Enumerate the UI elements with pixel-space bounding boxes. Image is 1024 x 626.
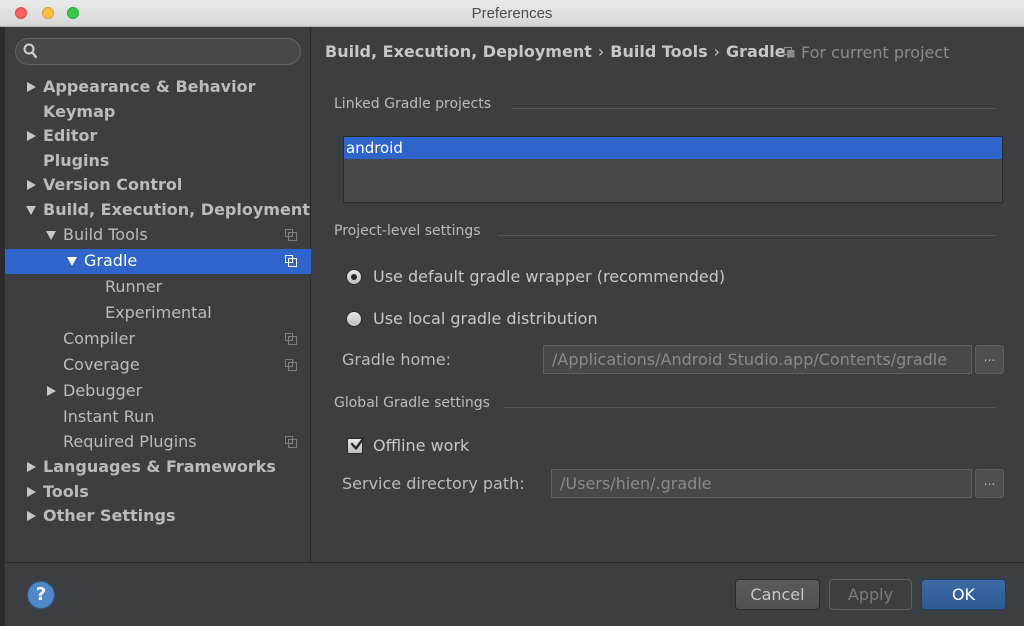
group-divider (512, 108, 996, 109)
default-wrapper-radio[interactable] (346, 269, 362, 285)
sidebar-item-coverage[interactable]: Coverage (5, 353, 311, 378)
dialog-footer: ? Cancel Apply OK (5, 562, 1024, 626)
local-distribution-label[interactable]: Use local gradle distribution (373, 309, 598, 328)
breadcrumb-separator: › (713, 42, 721, 61)
offline-work-label[interactable]: Offline work (373, 436, 469, 455)
breadcrumb-part: Gradle (726, 42, 786, 61)
service-directory-browse-button[interactable]: ... (975, 469, 1004, 498)
sidebar-item-label: Gradle (84, 251, 138, 270)
scope-indicator: For current project (784, 43, 949, 62)
project-settings-title: Project-level settings (334, 223, 481, 239)
collapse-right-arrow-icon[interactable] (25, 461, 37, 473)
project-scope-icon (285, 359, 297, 371)
sidebar-item-appearance-behavior[interactable]: Appearance & Behavior (5, 75, 311, 100)
expand-down-arrow-icon[interactable] (45, 229, 57, 241)
title-bar: Preferences (0, 0, 1024, 27)
breadcrumb-part: Build, Execution, Deployment (325, 42, 592, 61)
sidebar-item-label: Plugins (43, 151, 110, 170)
sidebar-item-label: Keymap (43, 102, 116, 121)
cancel-button[interactable]: Cancel (735, 579, 820, 610)
sidebar-item-editor[interactable]: Editor (5, 124, 311, 149)
collapse-right-arrow-icon[interactable] (25, 179, 37, 191)
sidebar-item-label: Compiler (63, 329, 136, 348)
sidebar-item-label: Version Control (43, 175, 183, 194)
collapse-right-arrow-icon[interactable] (25, 81, 37, 93)
project-scope-icon (285, 333, 297, 345)
sidebar-item-label: Debugger (63, 381, 143, 400)
offline-work-checkbox[interactable] (347, 436, 365, 454)
sidebar-item-label: Languages & Frameworks (43, 457, 276, 476)
sidebar-item-label: Editor (43, 126, 98, 145)
sidebar-item-tools[interactable]: Tools (5, 480, 311, 505)
expand-down-arrow-icon[interactable] (25, 204, 37, 216)
sidebar-item-label: Appearance & Behavior (43, 77, 256, 96)
sidebar-item-label: Tools (43, 482, 89, 501)
sidebar-item-keymap[interactable]: Keymap (5, 100, 311, 125)
collapse-right-arrow-icon[interactable] (25, 130, 37, 142)
sidebar-item-experimental[interactable]: Experimental (5, 301, 311, 326)
breadcrumb-separator: › (597, 42, 605, 61)
settings-search-input[interactable] (15, 38, 301, 65)
breadcrumb-part: Build Tools (610, 42, 708, 61)
search-icon (23, 43, 37, 59)
service-directory-field[interactable]: /Users/hien/.gradle (551, 469, 972, 498)
service-directory-label: Service directory path: (342, 474, 525, 493)
project-scope-icon (285, 229, 297, 241)
linked-projects-list[interactable]: android (343, 136, 1003, 203)
gradle-home-browse-button[interactable]: ... (975, 345, 1004, 374)
sidebar-item-build-tools[interactable]: Build Tools (5, 223, 311, 248)
collapse-right-arrow-icon[interactable] (25, 510, 37, 522)
project-scope-icon (285, 436, 297, 448)
preferences-window: Preferences Appearance & Behavior Keymap E… (0, 0, 1024, 626)
linked-projects-title: Linked Gradle projects (334, 96, 492, 112)
sidebar-item-label: Required Plugins (63, 432, 197, 451)
sidebar-item-gradle[interactable]: Gradle (5, 249, 311, 274)
sidebar-item-label: Coverage (63, 355, 140, 374)
sidebar-item-debugger[interactable]: Debugger (5, 379, 311, 404)
gradle-home-label: Gradle home: (342, 350, 452, 369)
gradle-settings-panel: Build, Execution, Deployment › Build Tools… (312, 27, 1024, 562)
sidebar-item-build-execution-deployment[interactable]: Build, Execution, Deployment (5, 198, 311, 223)
breadcrumb: Build, Execution, Deployment › Build Tools… (325, 42, 786, 61)
scope-label: For current project (801, 43, 950, 62)
group-divider (504, 407, 996, 408)
collapse-right-arrow-icon[interactable] (25, 486, 37, 498)
sidebar-item-label: Other Settings (43, 506, 176, 525)
help-button[interactable]: ? (27, 581, 55, 609)
sidebar-item-languages-frameworks[interactable]: Languages & Frameworks (5, 455, 311, 480)
settings-sidebar: Appearance & Behavior Keymap Editor Plugins… (5, 27, 311, 562)
global-settings-title: Global Gradle settings (334, 395, 490, 411)
group-divider (498, 235, 996, 236)
ok-button[interactable]: OK (921, 579, 1006, 610)
sidebar-item-compiler[interactable]: Compiler (5, 327, 311, 352)
checkmark-icon (350, 436, 365, 450)
sidebar-item-label: Instant Run (63, 407, 155, 426)
sidebar-item-plugins[interactable]: Plugins (5, 149, 311, 174)
sidebar-item-runner[interactable]: Runner (5, 275, 311, 300)
gradle-home-field[interactable]: /Applications/Android Studio.app/Content… (543, 345, 972, 374)
expand-down-arrow-icon[interactable] (66, 255, 78, 267)
sidebar-item-label: Build, Execution, Deployment (43, 200, 310, 219)
project-scope-icon (784, 47, 795, 58)
window-title: Preferences (471, 5, 553, 22)
local-distribution-radio[interactable] (346, 311, 362, 327)
default-wrapper-label[interactable]: Use default gradle wrapper (recommended) (373, 267, 725, 286)
linked-project-item[interactable]: android (344, 137, 1002, 159)
sidebar-item-label: Build Tools (63, 225, 148, 244)
sidebar-item-required-plugins[interactable]: Required Plugins (5, 430, 311, 455)
apply-button[interactable]: Apply (829, 579, 912, 610)
project-scope-icon (285, 255, 297, 267)
sidebar-item-instant-run[interactable]: Instant Run (5, 405, 311, 430)
sidebar-item-other-settings[interactable]: Other Settings (5, 504, 311, 529)
sidebar-item-label: Experimental (105, 303, 212, 322)
sidebar-item-version-control[interactable]: Version Control (5, 173, 311, 198)
collapse-right-arrow-icon[interactable] (45, 385, 57, 397)
sidebar-item-label: Runner (105, 277, 163, 296)
radio-selected-dot (351, 274, 357, 280)
